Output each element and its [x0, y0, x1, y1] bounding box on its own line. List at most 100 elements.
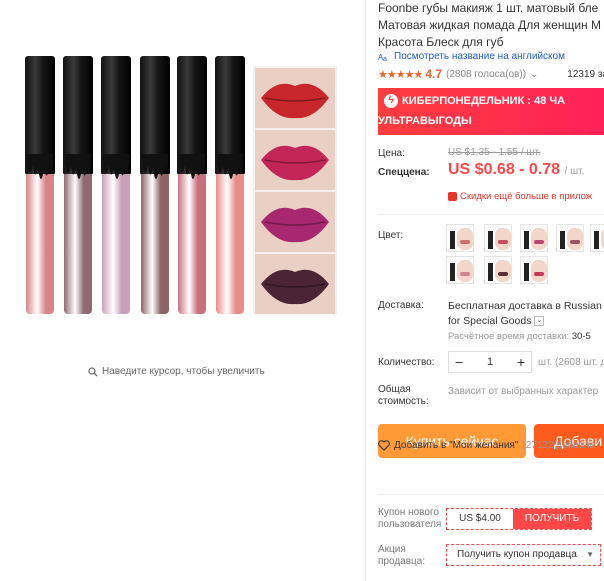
face-icon — [495, 228, 511, 250]
color-swatch[interactable] — [520, 256, 548, 284]
quantity-label: Количество: — [378, 357, 435, 368]
lips-icon — [255, 68, 335, 128]
face-icon — [531, 260, 547, 282]
lipstick-icon — [594, 231, 599, 249]
translate-link-text: Посмотреть название на английском — [394, 51, 565, 62]
lipstick-body — [216, 174, 244, 314]
lip-color — [498, 272, 508, 276]
caret-down-icon: ▼ — [586, 550, 594, 559]
color-swatch[interactable] — [556, 224, 584, 252]
chevron-down-icon[interactable]: ⌄ — [530, 69, 538, 80]
phone-icon — [448, 192, 457, 201]
lips-icon — [255, 192, 335, 252]
promo-line-2: УЛЬТРАВЫГОДЫ — [378, 115, 472, 127]
lipstick-icon — [524, 231, 529, 249]
old-price: US $1.35 - 1.55 / шт. — [448, 147, 541, 158]
app-discount-note[interactable]: Скидки ещё больше в прилож — [448, 191, 592, 202]
new-user-coupon: US $4.00 ПОЛУЧИТЬ — [446, 508, 592, 530]
wishlist-count: (27122 добавле — [522, 440, 596, 451]
coupon-label-line: Купон нового — [378, 507, 439, 518]
face-icon — [495, 260, 511, 282]
lipstick-tube — [140, 56, 170, 314]
votes-count[interactable]: (2808 голоса(ов)) — [446, 69, 526, 80]
lips-icon — [255, 254, 335, 314]
delivery-time-value: 30-5 — [571, 331, 591, 342]
coupon-amount: US $4.00 — [459, 513, 501, 524]
lip-color — [460, 240, 470, 244]
wishlist-text: Добавить в "Мои желания" — [394, 440, 519, 451]
drip-decoration — [179, 154, 205, 179]
lip-swatches-image — [253, 66, 337, 314]
price-label: Цена: — [378, 148, 405, 159]
star-rating-icon: ★★★★★ — [378, 68, 423, 81]
seller-coupon-text: Получить купон продавца — [457, 549, 577, 560]
lipstick-icon — [450, 231, 455, 249]
product-title-line: Красота Блеск для губ — [378, 35, 504, 49]
translate-link[interactable]: Aa Посмотреть название на английском — [378, 51, 565, 62]
divider — [378, 214, 604, 215]
product-gallery[interactable] — [20, 50, 340, 325]
lipstick-tube — [215, 56, 245, 314]
color-swatch[interactable] — [446, 256, 474, 284]
special-price-value: US $0.68 - 0.78 — [448, 161, 561, 178]
lip-color — [460, 272, 470, 276]
lip-color — [534, 272, 544, 276]
quantity-increase-button[interactable]: + — [511, 354, 531, 370]
lipstick-body — [141, 174, 169, 314]
promo-banner[interactable]: ϟ КИБЕРПОНЕДЕЛЬНИК : 48 ЧА УЛЬТРАВЫГОДЫ — [378, 88, 604, 135]
color-swatch[interactable] — [520, 224, 548, 252]
lipstick-icon — [488, 231, 493, 249]
seller-promo-label: Акция продавца: — [378, 544, 425, 568]
stock-available: шт. (2608 шт. д — [538, 357, 604, 368]
chevron-down-icon[interactable]: ⌄ — [534, 316, 545, 326]
new-user-coupon-label: Купон нового пользователя — [378, 507, 441, 531]
total-label-line: стоимость: — [378, 396, 429, 407]
product-title: Foonbe губы макияж 1 шт. матовый бле Мат… — [378, 0, 604, 51]
rating-row: ★★★★★ 4.7 (2808 голоса(ов)) ⌄ 12319 за — [378, 67, 604, 81]
rating-value: 4.7 — [425, 67, 442, 81]
lip-swatch — [255, 68, 335, 128]
zoom-hint-text: Наведите курсор, чтобы увеличить — [102, 366, 265, 377]
total-label-line: Общая — [378, 384, 411, 395]
wishlist-link[interactable]: Добавить в "Мои желания" (27122 добавле — [378, 440, 595, 451]
face-icon — [457, 228, 473, 250]
quantity-decrease-button[interactable]: − — [449, 354, 469, 370]
shipping-special-text: for Special Goods — [448, 315, 532, 327]
lipstick-body — [26, 174, 54, 314]
orders-count: 12319 за — [567, 68, 604, 80]
get-coupon-button[interactable]: ПОЛУЧИТЬ — [513, 509, 591, 529]
total-label: Общая стоимость: — [378, 384, 429, 408]
seller-coupon-dropdown[interactable]: Получить купон продавца ▼ — [446, 544, 601, 566]
translate-icon: Aa — [378, 53, 387, 62]
lip-color — [570, 240, 580, 244]
color-swatch[interactable] — [446, 224, 474, 252]
heart-icon — [378, 440, 390, 451]
price-unit: / шт. — [564, 166, 585, 177]
lipstick-icon — [560, 231, 565, 249]
shipping-special[interactable]: for Special Goods ⌄ — [448, 315, 545, 327]
promo-line-1: КИБЕРПОНЕДЕЛЬНИК : 48 ЧА — [402, 95, 566, 107]
column-divider — [365, 0, 366, 581]
lipstick-body — [102, 174, 130, 314]
delivery-time: Расчётное время доставки: 30-5 — [448, 331, 591, 342]
lip-color — [534, 240, 544, 244]
quantity-stepper: − 1 + — [448, 351, 532, 373]
drip-decoration — [27, 154, 53, 179]
face-icon — [567, 228, 583, 250]
quantity-input[interactable]: 1 — [469, 356, 511, 368]
total-value: Зависит от выбранных характер — [448, 386, 599, 397]
shipping-method: Бесплатная доставка в Russian — [448, 300, 602, 312]
svg-text:a: a — [383, 56, 387, 62]
color-swatch[interactable] — [484, 224, 512, 252]
lip-swatch — [255, 254, 335, 314]
color-swatch[interactable] — [590, 224, 604, 252]
color-swatch[interactable] — [484, 256, 512, 284]
lips-icon — [255, 130, 335, 190]
product-title-line: Foonbe губы макияж 1 шт. матовый бле — [378, 1, 599, 15]
lip-color — [498, 240, 508, 244]
lipstick-body — [178, 174, 206, 314]
face-icon — [531, 228, 547, 250]
seller-label-line: Акция — [378, 544, 406, 555]
drip-decoration — [103, 154, 129, 179]
lipstick-tube — [25, 56, 55, 314]
